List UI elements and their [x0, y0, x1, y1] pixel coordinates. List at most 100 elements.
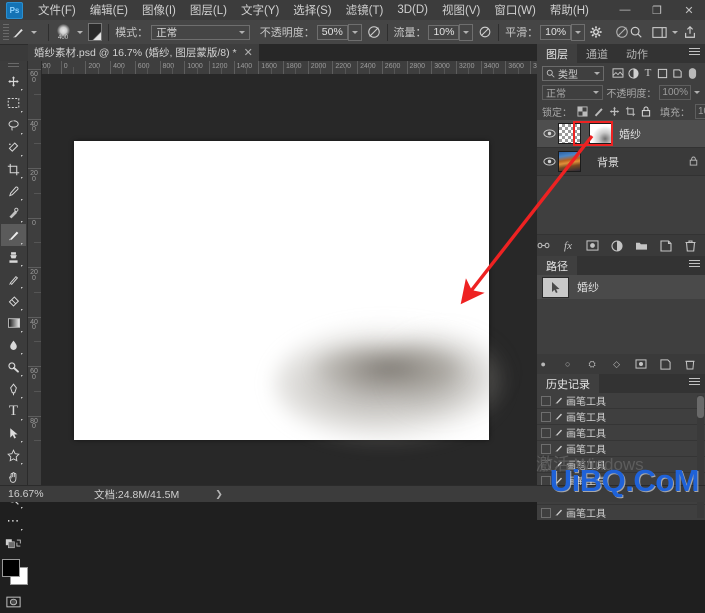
- new-group-icon[interactable]: [635, 239, 648, 252]
- tab-history[interactable]: 历史记录: [537, 374, 599, 393]
- lock-transparency-icon[interactable]: [577, 105, 588, 117]
- adjustment-filter-icon[interactable]: [626, 66, 641, 81]
- load-selection-icon[interactable]: ⛭: [586, 358, 598, 371]
- blend-mode-select[interactable]: 正常: [151, 24, 250, 40]
- link-layers-icon[interactable]: [537, 239, 550, 252]
- eyedropper-tool[interactable]: [1, 180, 26, 202]
- brush-settings-toggle-icon[interactable]: [87, 23, 103, 41]
- layer-filter-select[interactable]: 类型: [542, 65, 604, 81]
- canvas-area[interactable]: [41, 74, 537, 485]
- shape-filter-icon[interactable]: [655, 66, 670, 81]
- list-item[interactable]: 画笔工具: [537, 505, 705, 520]
- maximize-button[interactable]: ❐: [641, 0, 673, 20]
- tab-paths[interactable]: 路径: [537, 256, 577, 275]
- crop-tool[interactable]: [1, 158, 26, 180]
- list-item[interactable]: 画笔工具: [537, 393, 705, 409]
- layer-mask-icon[interactable]: [586, 239, 599, 252]
- lasso-tool[interactable]: [1, 114, 26, 136]
- type-filter-icon[interactable]: T: [641, 66, 656, 81]
- artboard[interactable]: [74, 141, 509, 444]
- shape-tool[interactable]: [1, 444, 26, 466]
- delete-layer-icon[interactable]: [684, 239, 696, 252]
- tab-layers[interactable]: 图层: [537, 44, 577, 63]
- flow-input[interactable]: 10%: [428, 24, 460, 40]
- spot-healing-tool[interactable]: [1, 202, 26, 224]
- status-expand-icon[interactable]: ❯: [215, 489, 223, 500]
- foreground-color-swatch[interactable]: [1, 559, 20, 577]
- table-row[interactable]: 婚纱: [537, 120, 705, 148]
- paths-panel-menu-icon[interactable]: [689, 260, 700, 269]
- menu-help[interactable]: 帮助(H): [543, 0, 596, 20]
- airbrush-icon[interactable]: [478, 24, 492, 41]
- stroke-path-icon[interactable]: ○: [561, 358, 573, 371]
- layer-name[interactable]: 婚纱: [619, 126, 641, 142]
- history-scrollbar-thumb[interactable]: [697, 396, 704, 418]
- layer-style-icon[interactable]: fx: [562, 239, 574, 252]
- quick-selection-tool[interactable]: [1, 136, 26, 158]
- opacity-stepper[interactable]: [347, 23, 362, 41]
- smoothing-input[interactable]: 10%: [540, 24, 572, 40]
- layer-blend-mode-select[interactable]: 正常: [542, 85, 604, 100]
- default-colors-tool[interactable]: [1, 532, 26, 554]
- layer-visibility-toggle-icon[interactable]: [541, 129, 558, 138]
- tab-channels[interactable]: 通道: [577, 44, 617, 63]
- menu-file[interactable]: 文件(F): [31, 0, 83, 20]
- list-item[interactable]: 画笔工具: [537, 409, 705, 425]
- menu-layer[interactable]: 图层(L): [183, 0, 234, 20]
- marquee-tool[interactable]: [1, 92, 26, 114]
- brush-size-preview[interactable]: 400: [54, 22, 71, 42]
- document-tab-close-icon[interactable]: ✕: [244, 46, 253, 59]
- new-layer-icon[interactable]: [660, 239, 672, 252]
- lock-image-icon[interactable]: [593, 105, 604, 117]
- menu-select[interactable]: 选择(S): [286, 0, 338, 20]
- filter-toggle-icon[interactable]: [685, 66, 700, 81]
- smoothing-stepper[interactable]: [571, 23, 585, 41]
- pixel-filter-icon[interactable]: [611, 66, 626, 81]
- move-tool[interactable]: [1, 70, 26, 92]
- fill-path-icon[interactable]: ●: [537, 358, 549, 371]
- table-row[interactable]: 背景: [537, 148, 705, 176]
- gradient-tool[interactable]: [1, 312, 26, 334]
- blur-tool[interactable]: [1, 334, 26, 356]
- history-snapshot-checkbox[interactable]: [541, 411, 551, 422]
- menu-image[interactable]: 图像(I): [135, 0, 183, 20]
- layer-name[interactable]: 背景: [597, 154, 619, 170]
- options-bar-grip[interactable]: [3, 24, 9, 40]
- close-button[interactable]: ✕: [673, 0, 705, 20]
- lock-position-icon[interactable]: [609, 105, 620, 117]
- opacity-input[interactable]: 50%: [316, 24, 348, 40]
- path-thumbnail[interactable]: [542, 276, 569, 298]
- menu-type[interactable]: 文字(Y): [234, 0, 286, 20]
- color-swatches[interactable]: [1, 559, 28, 585]
- layers-panel-menu-icon[interactable]: [689, 48, 700, 57]
- workspace-caret-icon[interactable]: [672, 30, 678, 34]
- search-icon[interactable]: [629, 24, 643, 41]
- menu-edit[interactable]: 编辑(E): [83, 0, 135, 20]
- layer-fill-value[interactable]: 100%: [695, 103, 705, 119]
- workspace-icon[interactable]: [652, 24, 667, 41]
- history-snapshot-checkbox[interactable]: [541, 395, 551, 406]
- tablet-pressure-icon[interactable]: [615, 24, 629, 41]
- path-name[interactable]: 婚纱: [577, 279, 599, 295]
- add-mask-icon[interactable]: [635, 358, 647, 371]
- share-icon[interactable]: [683, 24, 697, 41]
- dodge-tool[interactable]: [1, 356, 26, 378]
- menu-filter[interactable]: 滤镜(T): [339, 0, 391, 20]
- pen-tool[interactable]: [1, 378, 26, 400]
- new-path-icon[interactable]: [659, 358, 671, 371]
- list-item[interactable]: 画笔工具: [537, 425, 705, 441]
- lock-all-icon[interactable]: [641, 105, 651, 117]
- history-panel-menu-icon[interactable]: [689, 378, 700, 387]
- vertical-ruler[interactable]: 600 400 200 0 200 400 600 800: [28, 61, 42, 485]
- zoom-level[interactable]: 16.67%: [0, 488, 64, 500]
- clone-stamp-tool[interactable]: [1, 246, 26, 268]
- opacity-chevron-icon[interactable]: [694, 91, 700, 94]
- brush-tool[interactable]: [1, 224, 26, 246]
- menu-window[interactable]: 窗口(W): [487, 0, 543, 20]
- pressure-opacity-icon[interactable]: [367, 24, 381, 41]
- lock-artboard-icon[interactable]: [625, 105, 636, 117]
- layer-visibility-toggle-icon[interactable]: [541, 157, 558, 166]
- minimize-button[interactable]: —: [609, 0, 641, 20]
- document-tab[interactable]: 婚纱素材.psd @ 16.7% (婚纱, 图层蒙版/8) * ✕: [28, 44, 260, 61]
- tab-actions[interactable]: 动作: [617, 44, 657, 63]
